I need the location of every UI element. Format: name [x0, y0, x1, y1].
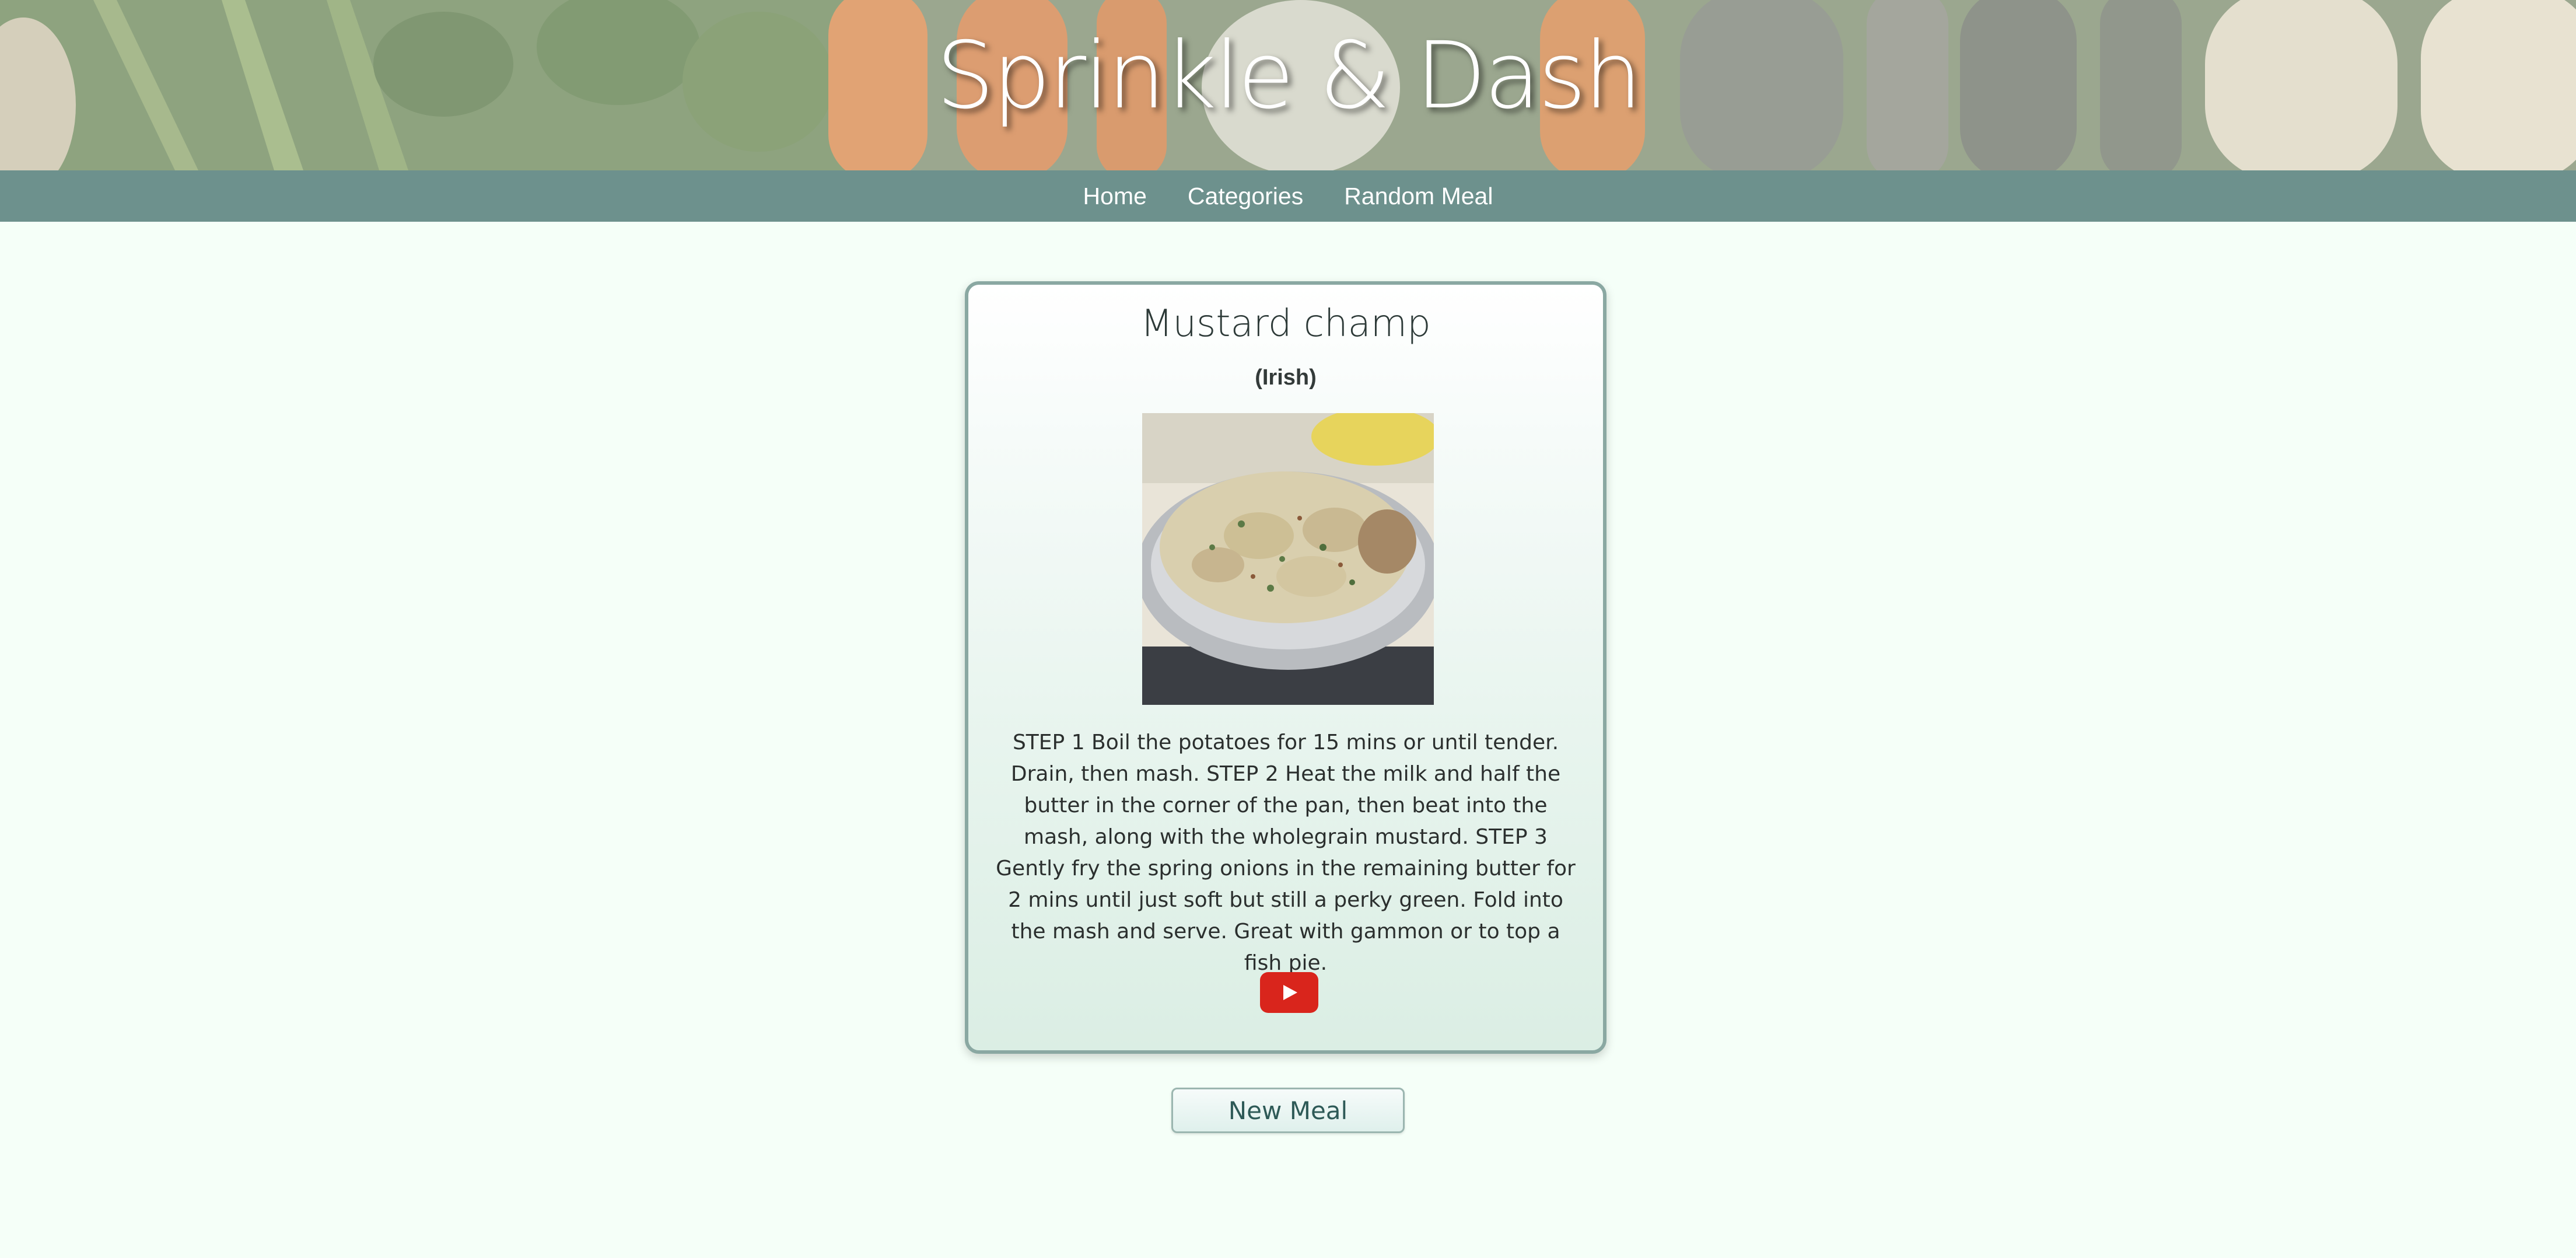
nav-random-meal-link[interactable]: Random Meal [1344, 183, 1493, 210]
youtube-video-button[interactable] [1260, 972, 1318, 1013]
youtube-play-icon [1283, 985, 1297, 1000]
mashed-potato-bowl-image [1142, 413, 1434, 705]
meal-cuisine-label: (Irish) [1255, 365, 1317, 390]
meal-card: Mustard champ (Irish) STEP 1 Boil the po… [965, 281, 1606, 1054]
new-meal-button[interactable]: New Meal [1171, 1088, 1405, 1133]
meal-instructions: STEP 1 Boil the potatoes for 15 mins or … [996, 731, 1576, 975]
nav-categories-link[interactable]: Categories [1188, 183, 1303, 210]
main-navigation: Home Categories Random Meal [0, 170, 2576, 222]
meal-title: Mustard champ [1140, 302, 1431, 345]
meal-image [1142, 413, 1434, 705]
site-title: Sprinkle & Dash [936, 22, 1643, 130]
nav-home-link[interactable]: Home [1083, 183, 1147, 210]
header-banner: Sprinkle & Dash [0, 0, 2576, 170]
